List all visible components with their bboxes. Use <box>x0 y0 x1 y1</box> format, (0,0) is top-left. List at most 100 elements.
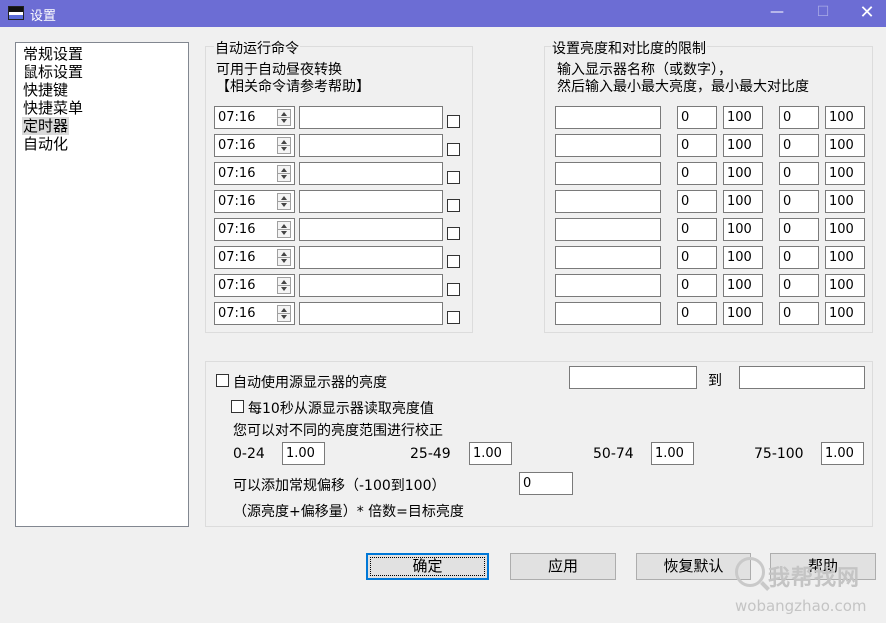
apply-button[interactable]: 应用 <box>510 553 616 580</box>
command-field[interactable] <box>299 302 443 325</box>
maximize-button[interactable]: ☐ <box>800 0 846 27</box>
monitor-name-field[interactable] <box>555 274 661 297</box>
max-contrast-field[interactable]: 100 <box>825 246 865 269</box>
auto-run-group-label: 自动运行命令 <box>214 38 300 58</box>
monitor-name-field[interactable] <box>555 190 661 213</box>
command-field[interactable] <box>299 190 443 213</box>
min-contrast-field[interactable]: 0 <box>779 134 819 157</box>
max-brightness-field[interactable]: 100 <box>723 218 763 241</box>
watermark-url: wobangzhao.com <box>735 597 867 615</box>
range-25-49-field[interactable]: 1.00 <box>469 442 512 465</box>
nav-item-mouse[interactable]: 鼠标设置 <box>22 63 84 81</box>
time-spin-arrows-icon[interactable] <box>277 249 291 266</box>
time-spin-arrows-icon[interactable] <box>277 277 291 294</box>
range-0-24-label: 0-24 <box>233 446 265 462</box>
monitor-name-field[interactable] <box>555 106 661 129</box>
settings-nav-list[interactable]: 常规设置 鼠标设置 快捷键 快捷菜单 定时器 自动化 <box>15 42 189 527</box>
range-75-100-field[interactable]: 1.00 <box>821 442 864 465</box>
time-spin-arrows-icon[interactable] <box>277 137 291 154</box>
min-contrast-field[interactable]: 0 <box>779 302 819 325</box>
nav-item-timer[interactable]: 定时器 <box>22 117 70 135</box>
source-to-label: 到 <box>708 373 722 389</box>
command-field[interactable] <box>299 246 443 269</box>
monitor-name-field[interactable] <box>555 134 661 157</box>
max-contrast-field[interactable]: 100 <box>825 106 865 129</box>
time-spin-arrows-icon[interactable] <box>277 193 291 210</box>
min-brightness-field[interactable]: 0 <box>677 246 717 269</box>
nav-item-hotkeys[interactable]: 快捷键 <box>22 81 69 99</box>
command-enable-checkbox[interactable] <box>447 115 460 128</box>
max-contrast-field[interactable]: 100 <box>825 274 865 297</box>
min-brightness-field[interactable]: 0 <box>677 302 717 325</box>
command-enable-checkbox[interactable] <box>447 199 460 212</box>
command-enable-checkbox[interactable] <box>447 143 460 156</box>
min-contrast-field[interactable]: 0 <box>779 190 819 213</box>
use-source-checkbox[interactable] <box>216 374 229 387</box>
time-spin-arrows-icon[interactable] <box>277 109 291 126</box>
min-brightness-field[interactable]: 0 <box>677 274 717 297</box>
ok-button[interactable]: 确定 <box>366 553 489 580</box>
command-enable-checkbox[interactable] <box>447 171 460 184</box>
auto-run-desc-2: 【相关命令请参考帮助】 <box>216 79 370 95</box>
max-brightness-field[interactable]: 100 <box>723 302 763 325</box>
min-brightness-field[interactable]: 0 <box>677 106 717 129</box>
min-brightness-field[interactable]: 0 <box>677 162 717 185</box>
range-50-74-field[interactable]: 1.00 <box>651 442 694 465</box>
time-spin-arrows-icon[interactable] <box>277 165 291 182</box>
source-from-field[interactable] <box>569 366 697 389</box>
max-contrast-field[interactable]: 100 <box>825 190 865 213</box>
min-brightness-field[interactable]: 0 <box>677 190 717 213</box>
command-enable-checkbox[interactable] <box>447 311 460 324</box>
max-contrast-field[interactable]: 100 <box>825 218 865 241</box>
offset-label: 可以添加常规偏移（-100到100） <box>233 478 446 494</box>
command-enable-checkbox[interactable] <box>447 227 460 240</box>
range-50-74-label: 50-74 <box>593 446 634 462</box>
minimize-button[interactable]: — <box>754 0 800 27</box>
nav-item-automation[interactable]: 自动化 <box>22 135 69 153</box>
read-every-label: 每10秒从源显示器读取亮度值 <box>248 401 434 417</box>
nav-item-quick-menu[interactable]: 快捷菜单 <box>22 99 84 117</box>
min-contrast-field[interactable]: 0 <box>779 162 819 185</box>
max-brightness-field[interactable]: 100 <box>723 162 763 185</box>
monitor-name-field[interactable] <box>555 246 661 269</box>
calibration-label: 您可以对不同的亮度范围进行校正 <box>233 423 443 439</box>
command-field[interactable] <box>299 274 443 297</box>
watermark-magnifier-icon <box>735 557 765 587</box>
nav-item-general[interactable]: 常规设置 <box>22 45 84 63</box>
min-contrast-field[interactable]: 0 <box>779 274 819 297</box>
max-brightness-field[interactable]: 100 <box>723 274 763 297</box>
command-field[interactable] <box>299 134 443 157</box>
window-title: 设置 <box>30 9 57 24</box>
range-25-49-label: 25-49 <box>410 446 451 462</box>
limits-group-label: 设置亮度和对比度的限制 <box>551 38 707 58</box>
max-brightness-field[interactable]: 100 <box>723 134 763 157</box>
command-enable-checkbox[interactable] <box>447 255 460 268</box>
max-brightness-field[interactable]: 100 <box>723 106 763 129</box>
restore-defaults-button[interactable]: 恢复默认 <box>636 553 751 580</box>
command-field[interactable] <box>299 162 443 185</box>
offset-field[interactable]: 0 <box>519 472 573 495</box>
max-brightness-field[interactable]: 100 <box>723 190 763 213</box>
command-enable-checkbox[interactable] <box>447 283 460 296</box>
time-spin-arrows-icon[interactable] <box>277 305 291 322</box>
min-brightness-field[interactable]: 0 <box>677 218 717 241</box>
min-contrast-field[interactable]: 0 <box>779 218 819 241</box>
command-field[interactable] <box>299 106 443 129</box>
title-bar[interactable]: 设置 — ☐ ✕ <box>0 0 886 27</box>
close-button[interactable]: ✕ <box>844 0 886 27</box>
read-every-checkbox[interactable] <box>231 400 244 413</box>
monitor-name-field[interactable] <box>555 162 661 185</box>
max-brightness-field[interactable]: 100 <box>723 246 763 269</box>
max-contrast-field[interactable]: 100 <box>825 302 865 325</box>
time-spin-arrows-icon[interactable] <box>277 221 291 238</box>
max-contrast-field[interactable]: 100 <box>825 162 865 185</box>
min-brightness-field[interactable]: 0 <box>677 134 717 157</box>
range-0-24-field[interactable]: 1.00 <box>282 442 325 465</box>
command-field[interactable] <box>299 218 443 241</box>
source-to-field[interactable] <box>739 366 865 389</box>
min-contrast-field[interactable]: 0 <box>779 246 819 269</box>
monitor-name-field[interactable] <box>555 218 661 241</box>
min-contrast-field[interactable]: 0 <box>779 106 819 129</box>
monitor-name-field[interactable] <box>555 302 661 325</box>
max-contrast-field[interactable]: 100 <box>825 134 865 157</box>
